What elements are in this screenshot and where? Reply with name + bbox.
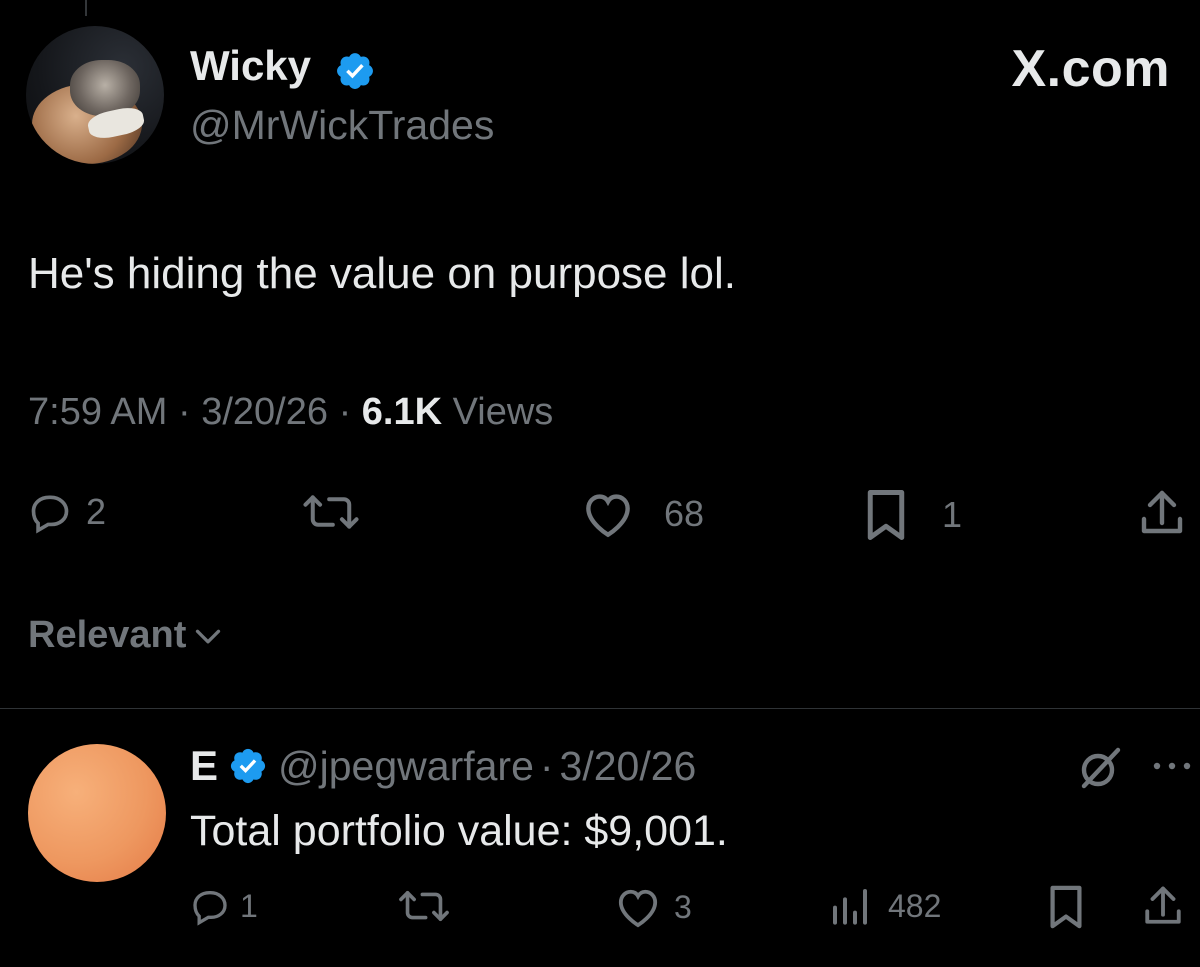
chevron-down-icon — [196, 629, 221, 643]
views-count: 482 — [888, 887, 942, 924]
tweet-meta: 7:59 AM · 3/20/26 · 6.1K Views — [28, 388, 553, 436]
reply-button[interactable]: 2 — [28, 490, 106, 534]
meta-separator: · — [338, 391, 352, 433]
reply-author-name[interactable]: E — [190, 742, 218, 790]
meta-separator: · — [177, 391, 191, 433]
reply-header: E @jpegwarfare · 3/20/26 — [190, 740, 696, 792]
retweet-button[interactable] — [300, 490, 362, 534]
meta-separator: · — [539, 742, 554, 789]
share-icon — [1145, 886, 1181, 924]
analytics-icon — [833, 889, 867, 925]
reply-retweet-button[interactable] — [396, 886, 452, 926]
reply-reply-button[interactable]: 1 — [190, 886, 258, 926]
tweet-date[interactable]: 3/20/26 — [201, 391, 328, 433]
reply-date[interactable]: 3/20/26 — [560, 743, 697, 790]
grok-icon[interactable] — [1076, 744, 1124, 792]
author-handle[interactable]: @MrWickTrades — [190, 100, 494, 150]
views-label: Views — [452, 391, 554, 433]
like-icon — [586, 494, 630, 538]
share-button[interactable] — [1138, 486, 1186, 540]
verified-badge-icon — [230, 748, 266, 784]
like-icon — [618, 889, 658, 928]
like-count: 3 — [674, 888, 692, 925]
share-icon — [1141, 490, 1183, 534]
bookmark-icon — [1050, 885, 1082, 929]
retweet-icon — [303, 495, 359, 529]
reply-author-handle[interactable]: @jpegwarfare — [278, 743, 534, 790]
reply-like-button[interactable]: 3 — [614, 886, 692, 928]
reply-bookmark-button[interactable] — [1046, 884, 1086, 930]
sort-label: Relevant — [28, 614, 187, 656]
tweet-time[interactable]: 7:59 AM — [28, 391, 167, 433]
thread-line — [85, 0, 87, 16]
bookmark-button[interactable]: 1 — [862, 488, 962, 542]
author-avatar[interactable] — [26, 26, 164, 164]
reply-count: 2 — [86, 491, 107, 532]
x-logo-text: X.com — [1011, 40, 1170, 98]
retweet-icon — [399, 891, 449, 921]
like-count: 68 — [664, 493, 705, 534]
tweet-text: He's hiding the value on purpose lol. — [28, 249, 736, 298]
reply-share-button[interactable] — [1142, 882, 1184, 930]
more-icon[interactable] — [1150, 756, 1194, 776]
divider — [0, 708, 1200, 709]
reply-icon — [31, 495, 69, 534]
views-count: 6.1K — [361, 391, 443, 433]
author-name[interactable]: Wicky — [190, 40, 311, 92]
reply-analytics-button[interactable]: 482 — [830, 886, 941, 926]
bookmark-count: 1 — [942, 494, 963, 535]
reply-icon — [193, 891, 227, 926]
reply-author-avatar[interactable] — [28, 744, 166, 882]
reply-text: Total portfolio value: $9,001. — [190, 807, 728, 855]
verified-badge-icon — [337, 53, 373, 89]
bookmark-icon — [867, 490, 905, 540]
reply-count: 1 — [240, 887, 258, 924]
like-button[interactable]: 68 — [580, 490, 704, 538]
reply-sort-dropdown[interactable]: Relevant — [28, 614, 222, 657]
